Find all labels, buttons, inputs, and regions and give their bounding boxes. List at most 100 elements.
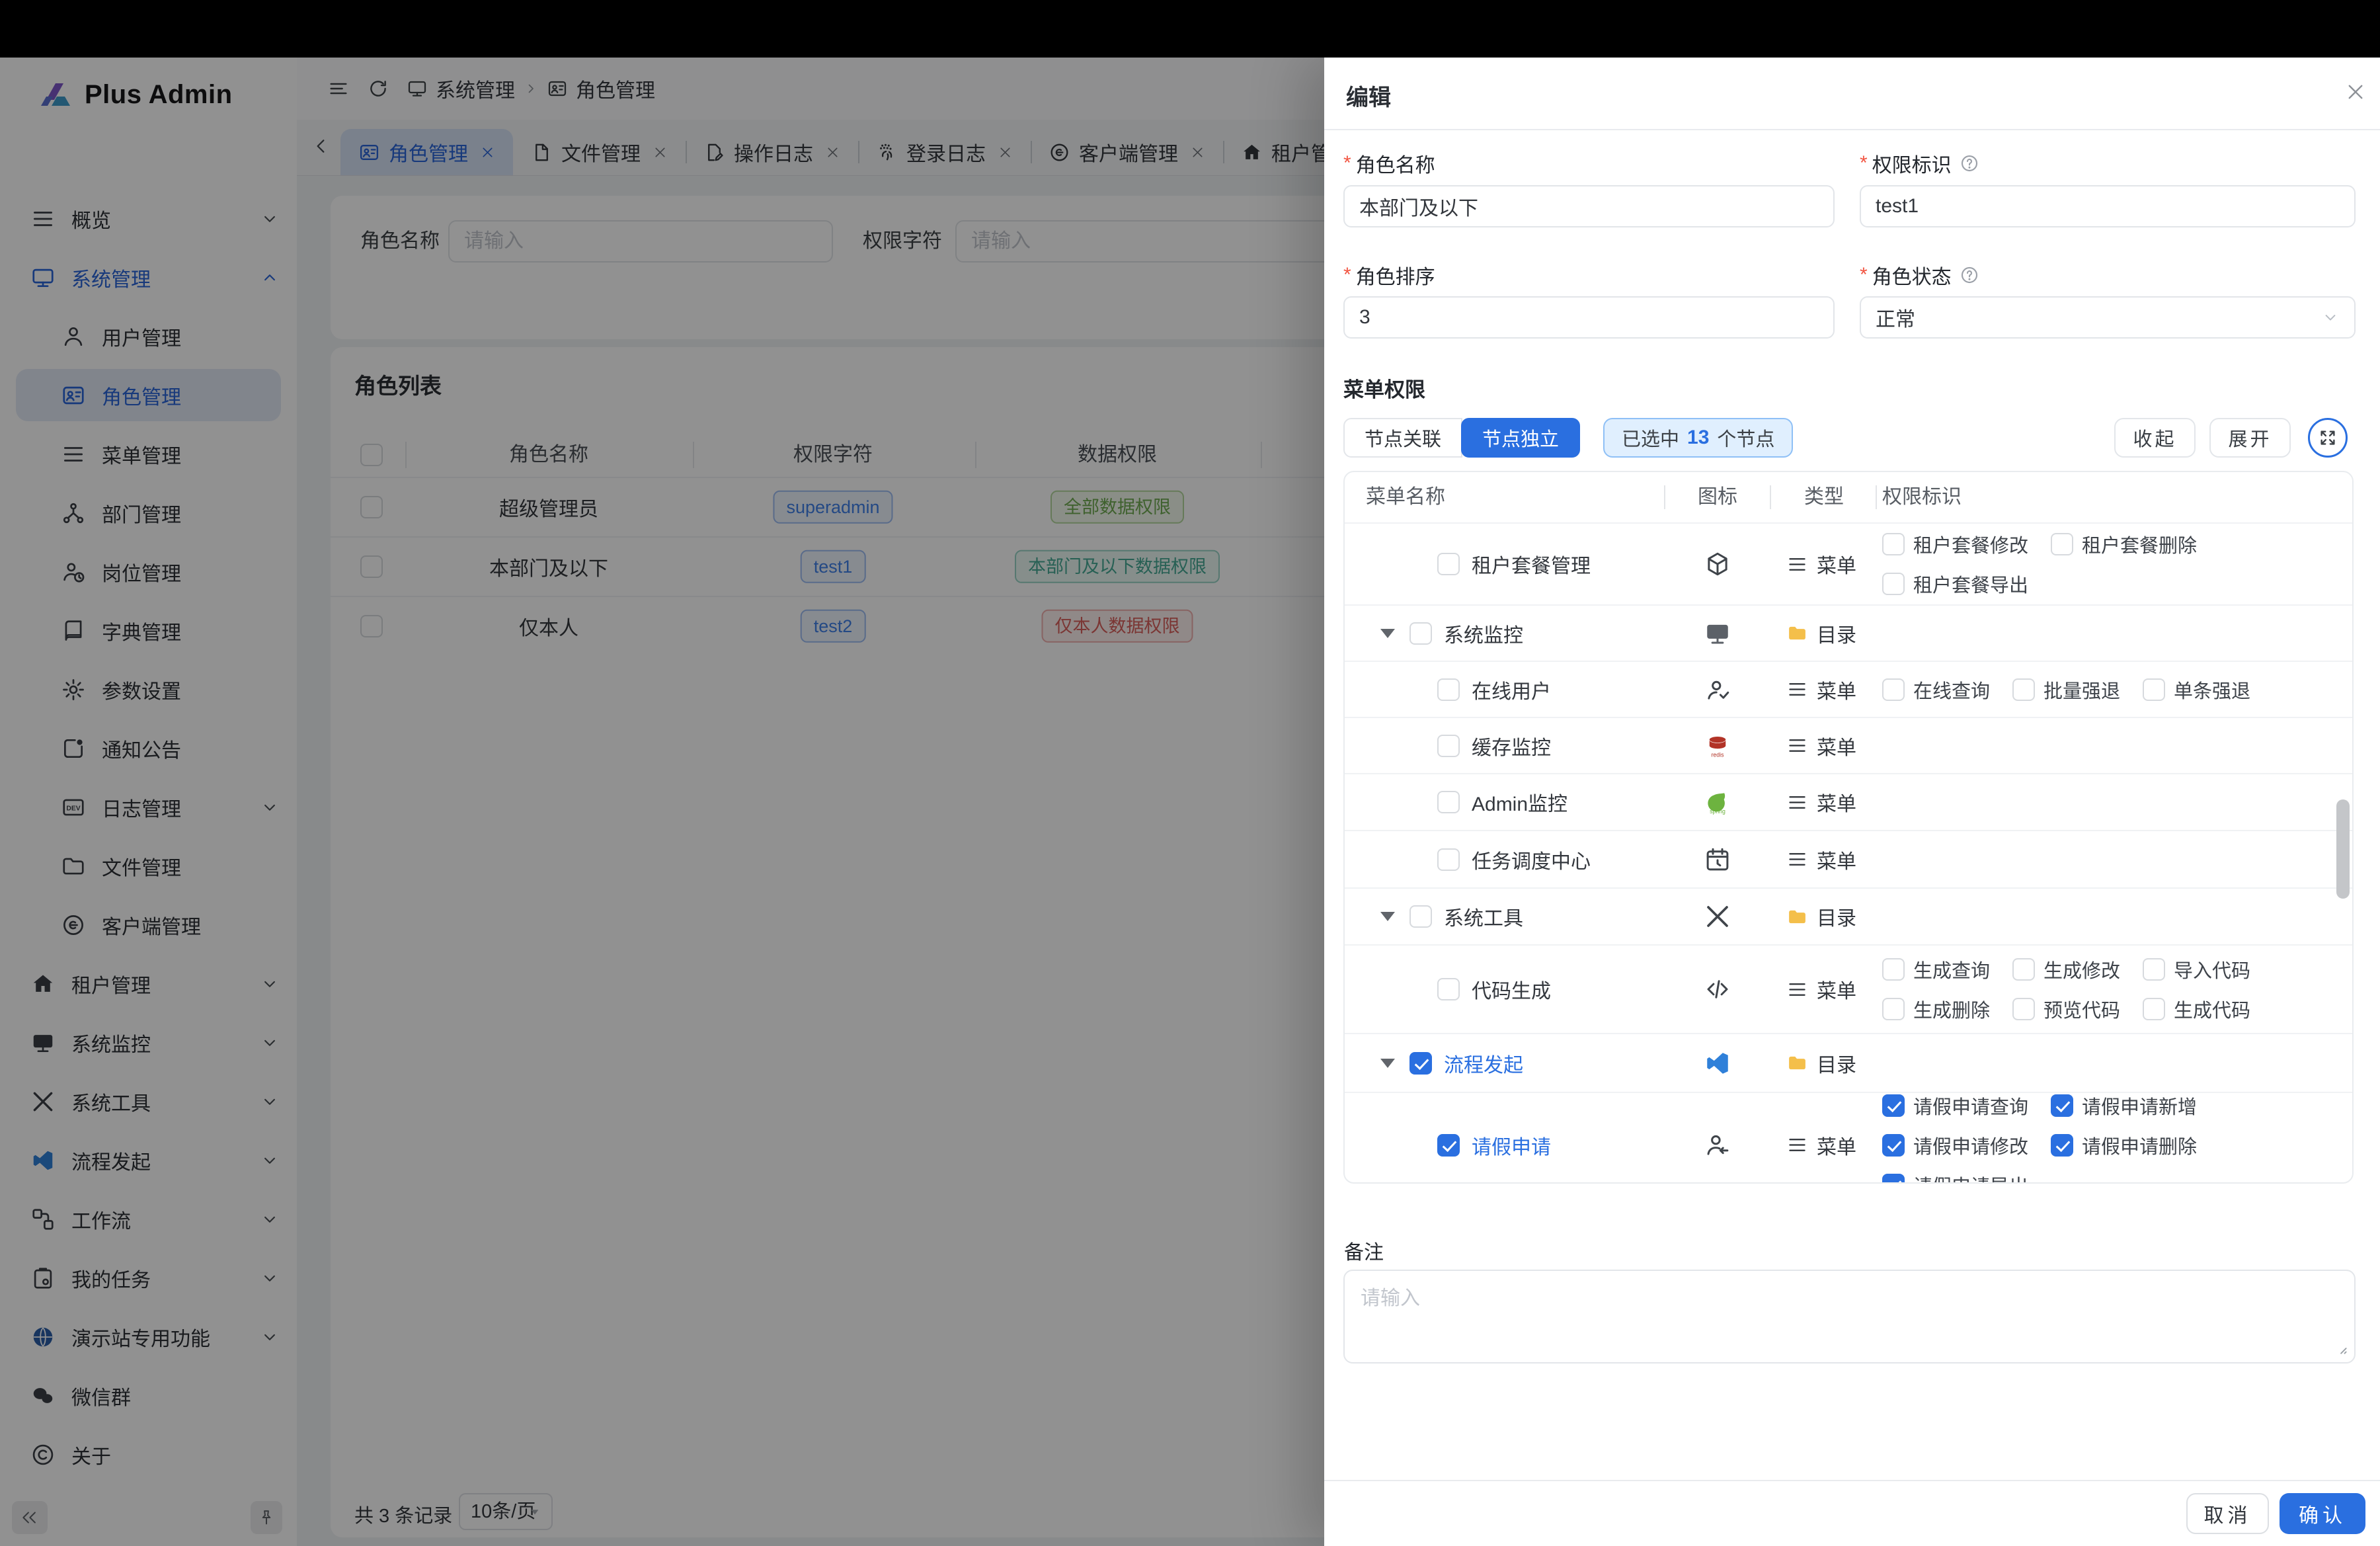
tree-rows: 租户套餐管理菜单租户套餐修改租户套餐删除租户套餐导出系统监控目录在线用户菜单在线…	[1345, 522, 2352, 1184]
tree-checkbox[interactable]	[1409, 1052, 1432, 1075]
role-sort-field-label: * 角色排序	[1343, 262, 1435, 288]
menu-tree-row-任务调度中心: 任务调度中心菜单	[1345, 830, 2352, 887]
expander-icon[interactable]	[1380, 629, 1395, 638]
tree-node-label: 在线用户	[1472, 675, 1551, 704]
perm-item-单条强退[interactable]: 单条强退	[2143, 676, 2250, 704]
tree-checkbox[interactable]	[1409, 622, 1432, 645]
perm-item-请假申请修改[interactable]: 请假申请修改	[1882, 1131, 2028, 1159]
column-divider	[1876, 485, 1877, 509]
menu-tree-row-流程发起: 流程发起目录	[1345, 1033, 2352, 1092]
note-textarea[interactable]	[1343, 1270, 2356, 1363]
node-independent-button[interactable]: 节点独立	[1461, 418, 1580, 458]
screen: Plus Admin 概览系统管理用户管理角色管理菜单管理部门管理岗位管理字典管…	[0, 0, 2380, 1546]
perm-item-导入代码[interactable]: 导入代码	[2143, 956, 2250, 983]
menu-icon-cell: redis	[1704, 732, 1731, 760]
tree-node-label: 请假申请	[1472, 1131, 1551, 1160]
personArrow-icon	[1704, 1131, 1731, 1159]
cancel-button[interactable]: 取消	[2186, 1493, 2269, 1534]
type-label: 目录	[1817, 902, 1856, 931]
perm-label: 租户套餐修改	[1913, 530, 2028, 558]
help-icon[interactable]	[1960, 265, 1979, 285]
selected-count-pill[interactable]: 已选中 13 个节点	[1603, 418, 1793, 458]
role-sort-input[interactable]	[1343, 296, 1835, 339]
menu-icon	[1786, 553, 1808, 575]
perm-item-租户套餐删除[interactable]: 租户套餐删除	[2051, 530, 2197, 558]
expand-all-button[interactable]: 展开	[2209, 418, 2291, 458]
vscode-icon	[1704, 1049, 1731, 1077]
type-label: 菜单	[1817, 845, 1856, 874]
perm-label: 请假申请新增	[2082, 1092, 2197, 1119]
modal-overlay[interactable]	[0, 0, 1324, 1546]
perm-item-在线查询[interactable]: 在线查询	[1882, 676, 1990, 704]
tree-node-label: 流程发起	[1444, 1049, 1523, 1078]
type-cell: 菜单	[1786, 975, 1856, 1004]
perm-item-请假申请导出[interactable]: 请假申请导出	[1882, 1171, 2028, 1184]
collapse-all-button[interactable]: 收起	[2114, 418, 2196, 458]
type-cell: 菜单	[1786, 1131, 1856, 1160]
expander-icon[interactable]	[1380, 912, 1395, 921]
type-cell: 目录	[1786, 619, 1856, 648]
perm-checkbox-group: 租户套餐修改 租户套餐删除租户套餐导出	[1882, 524, 2349, 604]
role-name-input[interactable]	[1343, 185, 1835, 227]
required-asterisk: *	[1860, 264, 1868, 286]
perm-label: 单条强退	[2174, 676, 2250, 704]
svg-text:redis: redis	[1712, 751, 1725, 758]
type-label: 菜单	[1817, 731, 1856, 760]
close-icon[interactable]	[2344, 81, 2367, 103]
type-label: 菜单	[1817, 675, 1856, 704]
perm-item-批量强退[interactable]: 批量强退	[2012, 676, 2120, 704]
monitorFill-icon	[1704, 620, 1731, 647]
role-status-select[interactable]: 正常	[1860, 296, 2356, 339]
tree-col-type: 类型	[1804, 472, 1844, 522]
menu-tree-row-系统监控: 系统监控目录	[1345, 604, 2352, 661]
tree-checkbox[interactable]	[1437, 735, 1460, 757]
perm-item-生成修改[interactable]: 生成修改	[2012, 956, 2120, 983]
expander-icon[interactable]	[1380, 1059, 1395, 1068]
perm-item-请假申请新增[interactable]: 请假申请新增	[2051, 1092, 2197, 1119]
perm-item-生成代码[interactable]: 生成代码	[2143, 995, 2250, 1023]
column-divider	[1664, 485, 1665, 509]
node-linked-button[interactable]: 节点关联	[1343, 418, 1462, 458]
perm-label: 生成查询	[1913, 956, 1990, 983]
tree-col-perm-key: 权限标识	[1882, 472, 1962, 522]
fullscreen-button[interactable]	[2308, 418, 2348, 458]
perm-item-请假申请查询[interactable]: 请假申请查询	[1882, 1092, 2028, 1119]
edit-drawer: 编辑 * 角色名称 * 权限标识 * 角色排序 * 角色状态 正常 菜单权限	[1324, 58, 2380, 1546]
perm-item-生成查询[interactable]: 生成查询	[1882, 956, 1990, 983]
tree-checkbox[interactable]	[1437, 678, 1460, 701]
help-icon[interactable]	[1960, 153, 1979, 173]
perm-item-生成删除[interactable]: 生成删除	[1882, 995, 1990, 1023]
role-status-value: 正常	[1876, 303, 1915, 332]
tree-checkbox[interactable]	[1437, 553, 1460, 575]
scrollbar-thumb[interactable]	[2336, 799, 2350, 899]
perm-item-请假申请删除[interactable]: 请假申请删除	[2051, 1131, 2197, 1159]
perm-label: 生成修改	[2043, 956, 2120, 983]
folderFill-icon	[1786, 1052, 1808, 1074]
menu-icon-cell: spring	[1704, 788, 1731, 816]
tree-checkbox[interactable]	[1437, 978, 1460, 1000]
confirm-button[interactable]: 确认	[2280, 1493, 2365, 1534]
perm-label: 预览代码	[2043, 995, 2120, 1023]
resize-handle-icon[interactable]	[2332, 1339, 2349, 1356]
close-icon	[2344, 81, 2367, 103]
perm-item-租户套餐导出[interactable]: 租户套餐导出	[1882, 570, 2028, 598]
perm-label: 租户套餐删除	[2082, 530, 2197, 558]
perm-item-预览代码[interactable]: 预览代码	[2012, 995, 2120, 1023]
type-cell: 菜单	[1786, 731, 1856, 760]
perm-key-input[interactable]	[1860, 185, 2356, 227]
required-asterisk: *	[1343, 264, 1351, 286]
perm-item-租户套餐修改[interactable]: 租户套餐修改	[1882, 530, 2028, 558]
perm-checkbox-group: 请假申请查询 请假申请新增请假申请修改请假申请删除请假申请导出	[1882, 1093, 2349, 1184]
tree-checkbox[interactable]	[1437, 848, 1460, 871]
chevDown-icon	[2321, 308, 2340, 327]
type-label: 菜单	[1817, 788, 1856, 817]
pkg-icon	[1704, 550, 1731, 578]
role-status-field-label: * 角色状态	[1860, 262, 1979, 288]
selected-count: 13	[1687, 427, 1709, 449]
tree-checkbox[interactable]	[1437, 791, 1460, 813]
tree-checkbox[interactable]	[1409, 905, 1432, 928]
perm-label: 在线查询	[1913, 676, 1990, 704]
menu-icon	[1786, 735, 1808, 756]
tree-checkbox[interactable]	[1437, 1134, 1460, 1157]
type-cell: 目录	[1786, 902, 1856, 931]
